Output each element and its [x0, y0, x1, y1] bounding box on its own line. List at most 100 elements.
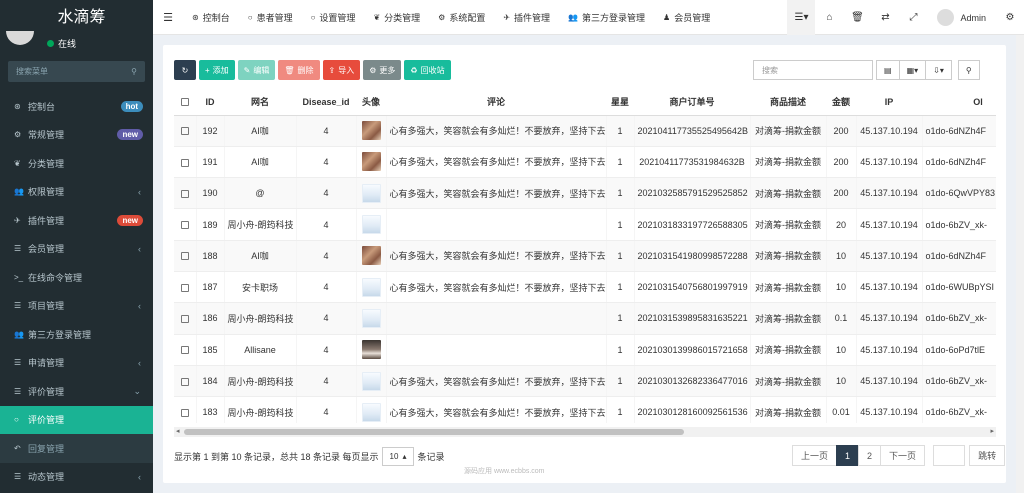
data-table: ID 网名 Disease_id 头像 评论 星星 商户订单号 商品描述 金额 IP Ol 192 A… — [174, 89, 996, 423]
sidebar-item[interactable]: 👥 权限管理 ‹ — [0, 178, 153, 207]
table-row[interactable]: 188 AI咖 4 心有多强大，笑容就会有多灿烂！不要放弃，坚持下去 1 20210315… — [174, 240, 996, 272]
row-checkbox[interactable] — [174, 115, 197, 147]
page-1-button[interactable]: 1 — [836, 445, 860, 466]
row-checkbox[interactable] — [174, 146, 197, 179]
page-2-button[interactable]: 2 — [858, 445, 882, 466]
avatar-thumbnail[interactable] — [361, 183, 381, 203]
edit-button[interactable]: ✎ 编辑 — [237, 60, 276, 80]
row-checkbox[interactable] — [174, 334, 197, 366]
avatar-thumbnail[interactable] — [361, 340, 381, 360]
topnav-item[interactable]: ⚙ 系统配置 — [429, 11, 494, 24]
row-checkbox[interactable] — [174, 302, 197, 335]
topnav-item[interactable]: ⊛ 控制台 — [183, 11, 239, 24]
topnav-item[interactable]: ○ 患者管理 — [239, 11, 302, 24]
scroll-left-icon[interactable]: ◂ — [176, 427, 180, 435]
sidebar-item[interactable]: ☰ 申请管理 ‹ — [0, 349, 153, 378]
sidebar-item[interactable]: ⊛ 控制台 hot — [0, 92, 153, 121]
topnav-item[interactable]: 👥 第三方登录管理 — [559, 11, 654, 24]
sidebar-item[interactable]: ❦ 分类管理 — [0, 149, 153, 178]
avatar-thumbnail[interactable] — [361, 152, 381, 172]
topnav-item[interactable]: ❦ 分类管理 — [364, 11, 429, 24]
topnav-item[interactable]: ♟ 会员管理 — [654, 11, 719, 24]
sidebar-item[interactable]: >_ 在线命令管理 — [0, 263, 153, 292]
brand-logo[interactable]: 水滴筹 — [0, 0, 153, 35]
topnav-item[interactable]: ✈ 插件管理 — [494, 11, 559, 24]
table-row[interactable]: 183 周小舟-朗筠科技 4 心有多强大，笑容就会有多灿烂！不要放弃，坚持下去 1 202… — [174, 396, 996, 423]
sidebar-item[interactable]: ✈ 插件管理 new — [0, 206, 153, 235]
table-row[interactable]: 190 @4 心有多强大，笑容就会有多灿烂！不要放弃，坚持下去 1 2021032585… — [174, 177, 996, 210]
row-checkbox[interactable] — [174, 396, 197, 423]
delete-button[interactable]: 🗑 删除 — [278, 60, 320, 80]
sidebar-item[interactable]: ⚙ 常规管理 new — [0, 121, 153, 150]
row-checkbox[interactable] — [174, 271, 197, 304]
prev-page-button[interactable]: 上一页 — [792, 445, 838, 466]
column-header[interactable]: IP — [856, 89, 922, 116]
jump-page-input[interactable] — [933, 445, 966, 466]
scrollbar-thumb[interactable] — [184, 429, 684, 435]
column-header[interactable]: ID — [196, 89, 224, 116]
table-row[interactable]: 192 AI咖 4 心有多强大，笑容就会有多灿烂！不要放弃，坚持下去 1 20210411… — [174, 115, 996, 147]
avatar-thumbnail[interactable] — [361, 371, 381, 391]
sidebar-item[interactable]: 👥 第三方登录管理 — [0, 320, 153, 349]
avatar-thumbnail[interactable] — [361, 121, 381, 141]
sidebar-item[interactable]: ☰ 动态管理 ‹ — [0, 463, 153, 492]
sidebar-item[interactable]: ☰ 项目管理 ‹ — [0, 292, 153, 321]
avatar-thumbnail[interactable] — [361, 277, 381, 297]
table-row[interactable]: 184 周小舟-朗筠科技 4 心有多强大，笑容就会有多灿烂！不要放弃，坚持下去 1 202… — [174, 365, 996, 398]
avatar-thumbnail[interactable] — [361, 308, 381, 328]
row-checkbox[interactable] — [174, 177, 197, 210]
nav-dropdown-icon[interactable]: ☰▾ — [787, 0, 816, 35]
table-row[interactable]: 186 周小舟-朗筠科技 4 1 2021031539895831635221 对滴筹-捐… — [174, 302, 996, 335]
topnav-item[interactable]: ○ 设置管理 — [302, 11, 365, 24]
search-icon[interactable]: ⚲ — [131, 67, 137, 76]
table-row[interactable]: 187 安卡职场 4 心有多强大，笑容就会有多灿烂！不要放弃，坚持下去 1 2021031… — [174, 271, 996, 304]
scroll-right-icon[interactable]: ▸ — [990, 427, 994, 435]
column-header[interactable]: 商户订单号 — [634, 89, 750, 116]
row-checkbox[interactable] — [174, 208, 197, 241]
column-header[interactable]: 网名 — [224, 89, 296, 116]
columns-icon[interactable]: ▦▾ — [898, 60, 927, 80]
select-all-checkbox[interactable] — [174, 89, 196, 116]
sidebar-item[interactable]: ☰ 会员管理 ‹ — [0, 235, 153, 264]
column-header[interactable]: 金额 — [826, 89, 856, 116]
more-button[interactable]: ⚙ 更多 — [363, 60, 402, 80]
sidebar-item[interactable]: ☰ 评价管理 ⌄ — [0, 377, 153, 406]
home-icon[interactable]: ⌂ — [815, 0, 843, 35]
avatar-thumbnail[interactable] — [361, 402, 381, 422]
export-icon[interactable]: ⇩▾ — [925, 60, 952, 80]
column-header[interactable]: Ol — [922, 89, 996, 116]
search-icon[interactable]: ⚲ — [957, 60, 980, 80]
next-page-button[interactable]: 下一页 — [880, 445, 926, 466]
sidebar-item[interactable]: ○ 评价管理 — [0, 405, 153, 434]
column-header[interactable]: Disease_id — [296, 89, 356, 116]
column-header[interactable]: 星星 — [606, 89, 634, 116]
add-button[interactable]: + 添加 — [199, 60, 235, 80]
card-view-icon[interactable]: ▤ — [876, 60, 900, 80]
table-row[interactable]: 185 Allisane 4 1 2021030139986015721658 对滴筹-捐… — [174, 334, 996, 366]
table-search-input[interactable]: 搜索 — [753, 60, 873, 80]
sidebar-item[interactable]: ↶ 回复管理 — [0, 434, 153, 463]
horizontal-scrollbar[interactable]: ◂ ▸ — [174, 427, 996, 437]
trash-icon[interactable]: 🗑 — [843, 0, 871, 35]
avatar-thumbnail[interactable] — [361, 246, 381, 266]
sidebar-search-input[interactable]: 搜索菜单 ⚲ — [8, 61, 145, 82]
column-header[interactable]: 头像 — [356, 89, 386, 116]
admin-menu[interactable]: Admin — [927, 9, 996, 26]
column-header[interactable]: 评论 — [386, 89, 606, 116]
row-checkbox[interactable] — [174, 240, 197, 272]
fullscreen-icon[interactable]: ⤢ — [899, 0, 927, 35]
column-header[interactable]: 商品描述 — [750, 89, 826, 116]
row-checkbox[interactable] — [174, 365, 197, 398]
table-row[interactable]: 191 AI咖 4 心有多强大，笑容就会有多灿烂！不要放弃，坚持下去 1 20210411… — [174, 146, 996, 179]
gear-icon[interactable]: ⚙ — [996, 0, 1024, 35]
table-row[interactable]: 189 周小舟-朗筠科技 4 1 2021031833197726588305 对滴筹-捐… — [174, 208, 996, 241]
menu-toggle-icon[interactable]: ☰ — [153, 11, 183, 24]
avatar-thumbnail[interactable] — [361, 215, 381, 235]
page-size-select[interactable]: 10 ▴ — [381, 447, 415, 466]
jump-button[interactable]: 跳转 — [969, 445, 1006, 466]
vertical-scrollbar[interactable] — [1016, 35, 1024, 493]
translate-icon[interactable]: ⇄ — [871, 0, 899, 35]
import-button[interactable]: ⇪ 导入 — [322, 60, 361, 80]
refresh-button[interactable]: ↻ — [174, 60, 196, 80]
recycle-bin-button[interactable]: ♻ 回收站 — [404, 60, 451, 80]
